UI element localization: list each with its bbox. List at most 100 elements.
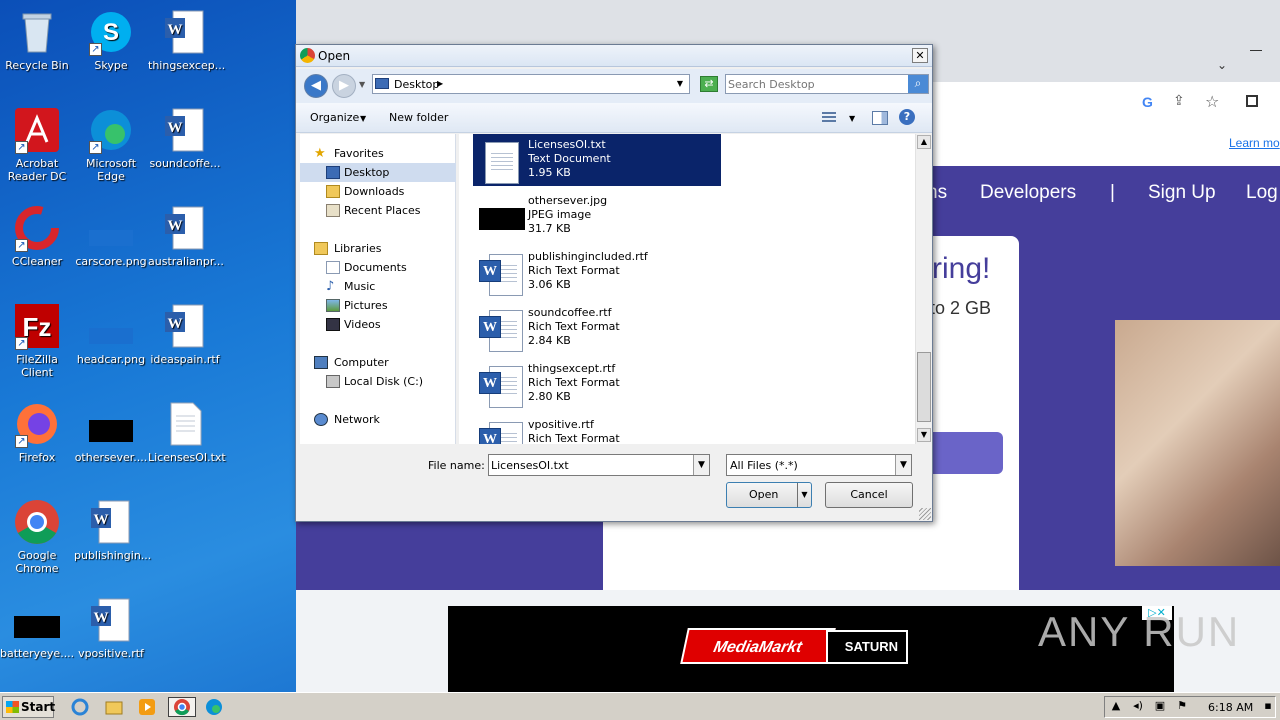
tray-expand-icon[interactable]: ▲ — [1109, 699, 1123, 712]
refresh-icon[interactable]: ⇄ — [700, 76, 718, 92]
dialog-titlebar[interactable]: Open ✕ — [296, 45, 932, 67]
address-arrow-icon[interactable]: ▶ — [437, 79, 443, 88]
nav-link-sign-up[interactable]: Sign Up — [1148, 182, 1216, 204]
share-icon[interactable]: ⇪ — [1173, 93, 1185, 109]
tab-list-chevron-icon[interactable]: ⌄ — [1217, 58, 1227, 72]
nav-label: Music — [344, 280, 376, 293]
ie-icon[interactable] — [70, 697, 92, 717]
forward-button[interactable]: ▶ — [332, 74, 356, 98]
filetype-select[interactable]: All Files (*.*) ▼ — [726, 454, 912, 476]
desktop-icon-chrome[interactable]: Google Chrome — [0, 498, 74, 575]
file-list-scrollbar[interactable]: ▲ ▼ — [915, 134, 932, 444]
scroll-up-icon[interactable]: ▲ — [917, 135, 931, 149]
side-panel-icon[interactable] — [1246, 95, 1258, 107]
search-box[interactable]: ⌕ — [725, 74, 929, 94]
nav-favorites[interactable]: ★ Favorites — [300, 144, 456, 163]
clock[interactable]: 6:18 AM — [1208, 701, 1253, 714]
open-button[interactable]: Open ▼ — [726, 482, 812, 508]
nav-link-developers[interactable]: Developers — [980, 182, 1076, 204]
window-minimize-icon[interactable] — [1250, 50, 1262, 51]
nav-label: Downloads — [344, 185, 405, 198]
chrome-taskbar-icon[interactable] — [168, 697, 196, 717]
desktop-icon-acrobat[interactable]: ↗ Acrobat Reader DC — [0, 106, 74, 183]
nav-libraries[interactable]: Libraries — [300, 239, 456, 258]
help-icon[interactable]: ? — [899, 109, 915, 125]
desktop-icon-publishingin[interactable]: W publishingin... — [74, 498, 151, 562]
desktop-icon-thingsexcept[interactable]: W thingsexcep... — [148, 8, 225, 72]
organize-button[interactable]: Organize — [310, 111, 359, 124]
media-player-icon[interactable] — [137, 697, 159, 717]
desktop-icon-label: soundcoffe... — [149, 157, 221, 170]
desktop-icon-australianpr[interactable]: W australianpr... — [148, 204, 224, 268]
view-options-icon[interactable] — [822, 112, 836, 124]
address-dropdown-icon[interactable]: ▼ — [677, 79, 683, 88]
desktop-icon-ideaspain[interactable]: W ideaspain.rtf — [148, 302, 222, 366]
start-button[interactable]: Start — [2, 696, 55, 718]
filename-combobox[interactable]: ▼ — [488, 454, 710, 476]
nav-local-disk[interactable]: Local Disk (C:) — [300, 372, 456, 391]
organize-dropdown-icon[interactable]: ▼ — [360, 114, 366, 123]
dialog-title: Open — [318, 49, 351, 63]
search-input[interactable] — [728, 76, 904, 92]
desktop-icon-carscore[interactable]: carscore.png — [74, 204, 148, 268]
desktop-icon-vpositive[interactable]: W vpositive.rtf — [74, 596, 148, 660]
chrome-icon — [15, 500, 59, 544]
desktop-icon-firefox[interactable]: ↗ Firefox — [0, 400, 74, 464]
desktop-icon-headcar[interactable]: headcar.png — [74, 302, 148, 366]
file-item[interactable]: othersever.jpg JPEG image 31.7 KB — [473, 190, 721, 242]
action-center-flag-icon[interactable]: ⚑ — [1175, 699, 1189, 712]
preview-pane-icon[interactable] — [872, 111, 888, 125]
volume-icon[interactable]: ◂) — [1131, 699, 1145, 712]
desktop-icon-batteryeye[interactable]: batteryeye.... — [0, 596, 74, 660]
back-button[interactable]: ◀ — [304, 74, 328, 98]
nav-network[interactable]: Network — [300, 410, 456, 429]
new-folder-button[interactable]: New folder — [389, 111, 448, 124]
address-bar[interactable]: Desktop ▶ ▼ — [372, 74, 690, 94]
desktop-icon-licensesoi[interactable]: LicensesOI.txt — [148, 400, 226, 464]
desktop-icon-ccleaner[interactable]: ↗ CCleaner — [0, 204, 74, 268]
file-item[interactable]: W thingsexcept.rtf Rich Text Format 2.80… — [473, 358, 721, 410]
desktop-icon-soundcoffee[interactable]: W soundcoffe... — [148, 106, 222, 170]
desktop-icon-recycle-bin[interactable]: Recycle Bin — [0, 8, 74, 72]
history-dropdown-icon[interactable]: ▼ — [359, 80, 365, 89]
edge-taskbar-icon[interactable] — [204, 697, 226, 717]
nav-documents[interactable]: Documents — [300, 258, 456, 277]
nav-computer[interactable]: Computer — [300, 353, 456, 372]
cancel-button[interactable]: Cancel — [825, 482, 913, 508]
scroll-down-icon[interactable]: ▼ — [917, 428, 931, 442]
nav-recent-places[interactable]: Recent Places — [300, 201, 456, 220]
bookmark-star-icon[interactable]: ☆ — [1205, 92, 1219, 111]
nav-link-login[interactable]: Log — [1246, 182, 1278, 204]
filetype-dropdown-icon[interactable]: ▼ — [895, 455, 911, 475]
nav-desktop[interactable]: Desktop — [300, 163, 456, 182]
desktop-icon-skype[interactable]: S ↗ Skype — [74, 8, 148, 72]
explorer-icon[interactable] — [104, 697, 126, 717]
nav-pictures[interactable]: Pictures — [300, 296, 456, 315]
close-button[interactable]: ✕ — [912, 48, 928, 63]
show-desktop-icon[interactable]: ▪ — [1261, 699, 1275, 712]
network-tray-icon[interactable]: ▣ — [1153, 699, 1167, 712]
image-icon — [89, 420, 133, 442]
file-item[interactable]: LicensesOI.txt Text Document 1.95 KB — [473, 134, 721, 186]
file-item[interactable]: W publishingincluded.rtf Rich Text Forma… — [473, 246, 721, 298]
filename-dropdown-icon[interactable]: ▼ — [693, 455, 709, 475]
desktop-icon-edge[interactable]: ↗ Microsoft Edge — [74, 106, 148, 183]
desktop-icon-filezilla[interactable]: Fz ↗ FileZilla Client — [0, 302, 74, 379]
file-item[interactable]: W soundcoffee.rtf Rich Text Format 2.84 … — [473, 302, 721, 354]
search-icon[interactable]: ⌕ — [908, 75, 928, 93]
card-action-button[interactable] — [932, 432, 1003, 474]
nav-videos[interactable]: Videos — [300, 315, 456, 334]
learn-more-link[interactable]: Learn mo — [1229, 136, 1280, 150]
google-icon[interactable]: G — [1142, 94, 1153, 110]
shortcut-arrow-icon: ↗ — [15, 435, 28, 448]
file-item[interactable]: W vpositive.rtf Rich Text Format — [473, 414, 721, 444]
nav-music[interactable]: ♪ Music — [300, 277, 456, 296]
view-dropdown-icon[interactable]: ▼ — [849, 114, 855, 123]
file-type: Text Document — [528, 152, 611, 165]
scroll-thumb[interactable] — [917, 352, 931, 422]
filename-input[interactable] — [491, 457, 691, 473]
desktop-icon-othersever[interactable]: othersever.... — [74, 400, 148, 464]
open-dropdown-icon[interactable]: ▼ — [797, 483, 811, 507]
nav-downloads[interactable]: Downloads — [300, 182, 456, 201]
resize-grip[interactable] — [919, 508, 931, 520]
